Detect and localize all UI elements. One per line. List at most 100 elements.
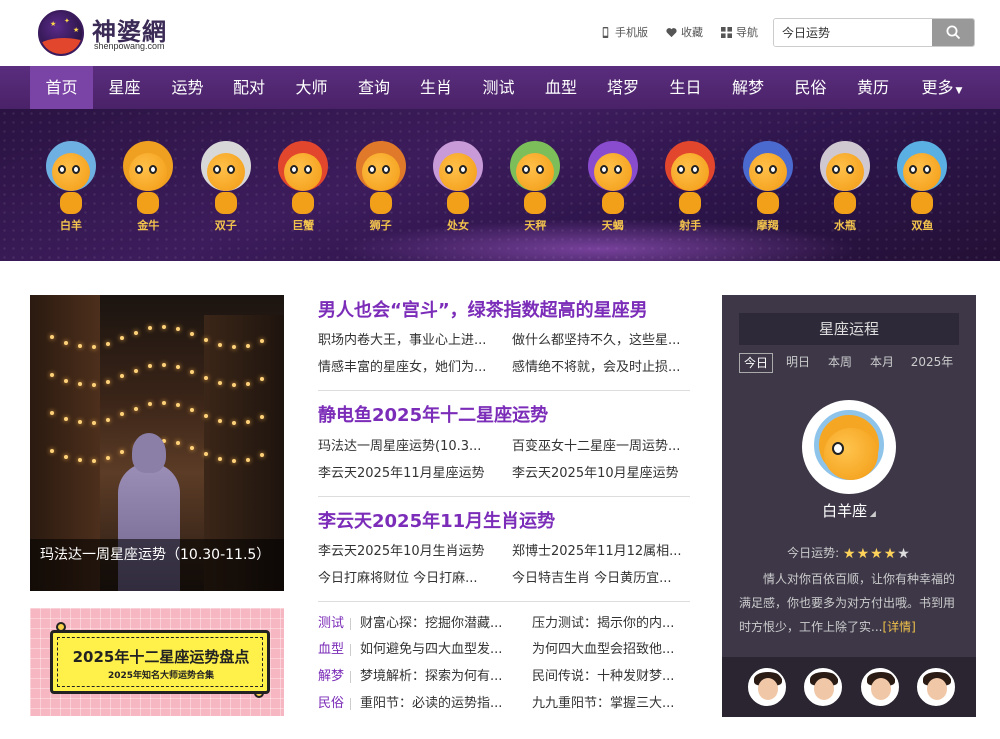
news-link[interactable]: 李云天2025年10月生肖运势 — [318, 541, 494, 563]
category-row: 解梦 梦境解析：探索为何有... 民间传说：十种发财梦... — [318, 664, 690, 690]
site-header: ★ ✦ ★ 神婆網 shenpowang.com 手机版 收藏 导航 — [0, 0, 1000, 66]
sign-name: 白羊座 — [822, 502, 868, 520]
news-link[interactable]: 感情绝不将就，会及时止损... — [512, 357, 690, 379]
nav-item-almanac[interactable]: 黄历 — [842, 66, 904, 109]
divider — [318, 390, 690, 391]
master-avatar[interactable] — [804, 668, 842, 706]
master-avatars — [722, 657, 976, 717]
news-link[interactable]: 今日特吉生肖 今日黄历宜... — [512, 568, 690, 590]
news-link[interactable]: 情感丰富的星座女，她们为... — [318, 357, 494, 379]
news-link[interactable]: 今日打麻将财位 今日打麻... — [318, 568, 494, 590]
category-link[interactable]: 财富心探：挖掘你潜藏... — [360, 611, 510, 637]
search-input[interactable] — [774, 19, 934, 46]
divider — [318, 601, 690, 602]
tab-month[interactable]: 本月 — [865, 353, 899, 373]
detail-link[interactable]: [详情] — [882, 620, 915, 634]
zodiac-scorpio[interactable]: 天蝎 — [580, 137, 646, 237]
tab-week[interactable]: 本周 — [823, 353, 857, 373]
master-avatar[interactable] — [861, 668, 899, 706]
nav-item-birthday[interactable]: 生日 — [654, 66, 717, 109]
promo-banner[interactable]: 2025年十二星座运势盘点 2025年知名大师运势合集 — [30, 608, 284, 716]
promo-subtitle: 2025年知名大师运势合集 — [107, 671, 215, 681]
zodiac-name: 处女 — [447, 219, 469, 232]
tab-year[interactable]: 2025年 — [907, 353, 957, 373]
news-link[interactable]: 百变巫女十二星座一周运势... — [512, 436, 690, 458]
fortune-label: 今日运势: — [787, 546, 840, 560]
news-link[interactable]: 李云天2025年10月星座运势 — [512, 463, 690, 485]
nav-item-home[interactable]: 首页 — [30, 66, 93, 109]
zodiac-leo[interactable]: 狮子 — [348, 137, 414, 237]
nav-item-master[interactable]: 大师 — [280, 66, 343, 109]
mobile-link[interactable]: 手机版 — [600, 24, 648, 40]
navigation-link[interactable]: 导航 — [721, 24, 758, 40]
zodiac-aquarius[interactable]: 水瓶 — [812, 137, 878, 237]
search-button[interactable] — [932, 19, 974, 46]
nav-item-fortune[interactable]: 运势 — [156, 66, 219, 109]
nav-item-horoscope[interactable]: 星座 — [93, 66, 156, 109]
category-link[interactable]: 九九重阳节：掌握三大... — [532, 691, 690, 717]
section-title[interactable]: 静电鱼2025年十二星座运势 — [318, 402, 690, 430]
zodiac-aries[interactable]: 白羊 — [38, 137, 104, 237]
category-link[interactable]: 重阳节：必读的运势指... — [360, 691, 510, 717]
nav-item-folklore[interactable]: 民俗 — [779, 66, 842, 109]
nav-item-more[interactable]: 更多 ▼ — [904, 66, 980, 109]
logo-badge-icon: ★ ✦ ★ — [38, 10, 84, 56]
category-link[interactable]: 为何四大血型会招致他... — [532, 637, 690, 663]
section-title[interactable]: 李云天2025年11月生肖运势 — [318, 508, 690, 536]
feature-article[interactable]: 玛法达一周星座运势（10.30-11.5） — [30, 295, 284, 591]
nav-item-dream[interactable]: 解梦 — [717, 66, 779, 109]
period-tabs: 今日 明日 本周 本月 2025年 — [739, 353, 959, 373]
zodiac-name: 射手 — [679, 219, 702, 232]
tab-today[interactable]: 今日 — [739, 353, 773, 373]
nav-item-blood-type[interactable]: 血型 — [530, 66, 592, 109]
zodiac-sagittarius[interactable]: 射手 — [657, 137, 723, 237]
divider — [318, 496, 690, 497]
phone-icon — [602, 26, 609, 38]
nav-item-test[interactable]: 测试 — [467, 66, 530, 109]
category-row: 血型 如何避免与四大血型发... 为何四大血型会招致他... — [318, 637, 690, 663]
sign-selector[interactable]: 白羊座 ◢ — [722, 500, 976, 521]
news-link[interactable]: 玛法达一周星座运势(10.3... — [318, 436, 494, 458]
news-link[interactable]: 做什么都坚持不久，这些星... — [512, 330, 690, 352]
nav-more-label: 更多 — [921, 78, 954, 97]
section-title-1-wrap: 男人也会“宫斗”，绿茶指数超高的星座男 — [318, 297, 690, 325]
master-avatar[interactable] — [748, 668, 786, 706]
rating-stars: ★★★★★ — [843, 546, 911, 562]
zodiac-name: 白羊 — [60, 219, 82, 232]
nav-item-query[interactable]: 查询 — [343, 66, 405, 109]
zodiac-cancer[interactable]: 巨蟹 — [270, 137, 336, 237]
zodiac-capricorn[interactable]: 摩羯 — [735, 137, 801, 237]
top-links: 手机版 收藏 导航 — [600, 24, 758, 40]
master-avatar[interactable] — [917, 668, 955, 706]
category-label[interactable]: 民俗 — [318, 691, 344, 717]
nav-item-zodiac-animal[interactable]: 生肖 — [405, 66, 467, 109]
category-label[interactable]: 血型 — [318, 637, 344, 663]
tab-tomorrow[interactable]: 明日 — [781, 353, 815, 373]
news-link[interactable]: 郑博士2025年11月12属相... — [512, 541, 690, 563]
zodiac-taurus[interactable]: 金牛 — [115, 137, 181, 237]
zodiac-libra[interactable]: 天秤 — [502, 137, 568, 237]
grid-icon — [721, 26, 732, 38]
search-icon — [946, 25, 960, 40]
news-link[interactable]: 李云天2025年11月星座运势 — [318, 463, 494, 485]
site-logo[interactable]: ★ ✦ ★ 神婆網 shenpowang.com — [38, 10, 178, 56]
logo-subtitle: shenpowang.com — [94, 41, 165, 51]
section-title[interactable]: 男人也会“宫斗”，绿茶指数超高的星座男 — [318, 297, 690, 325]
category-link[interactable]: 如何避免与四大血型发... — [360, 637, 510, 663]
zodiac-pisces[interactable]: 双鱼 — [889, 137, 955, 237]
dropdown-triangle-icon: ◢ — [867, 509, 876, 518]
favorite-link-label: 收藏 — [681, 26, 703, 39]
news-link[interactable]: 职场内卷大王，事业心上进... — [318, 330, 494, 352]
nav-item-tarot[interactable]: 塔罗 — [592, 66, 654, 109]
zodiac-virgo[interactable]: 处女 — [425, 137, 491, 237]
category-link[interactable]: 梦境解析：探索为何有... — [360, 664, 510, 690]
nav-item-match[interactable]: 配对 — [218, 66, 280, 109]
promo-title: 2025年十二星座运势盘点 — [72, 648, 250, 666]
category-label[interactable]: 解梦 — [318, 664, 344, 690]
zodiac-gemini[interactable]: 双子 — [193, 137, 259, 237]
category-label[interactable]: 测试 — [318, 611, 344, 637]
dropdown-arrow-icon: ▼ — [955, 86, 963, 96]
category-link[interactable]: 压力测试：揭示你的内... — [532, 611, 690, 637]
category-link[interactable]: 民间传说：十种发财梦... — [532, 664, 690, 690]
favorite-link[interactable]: 收藏 — [666, 24, 703, 40]
